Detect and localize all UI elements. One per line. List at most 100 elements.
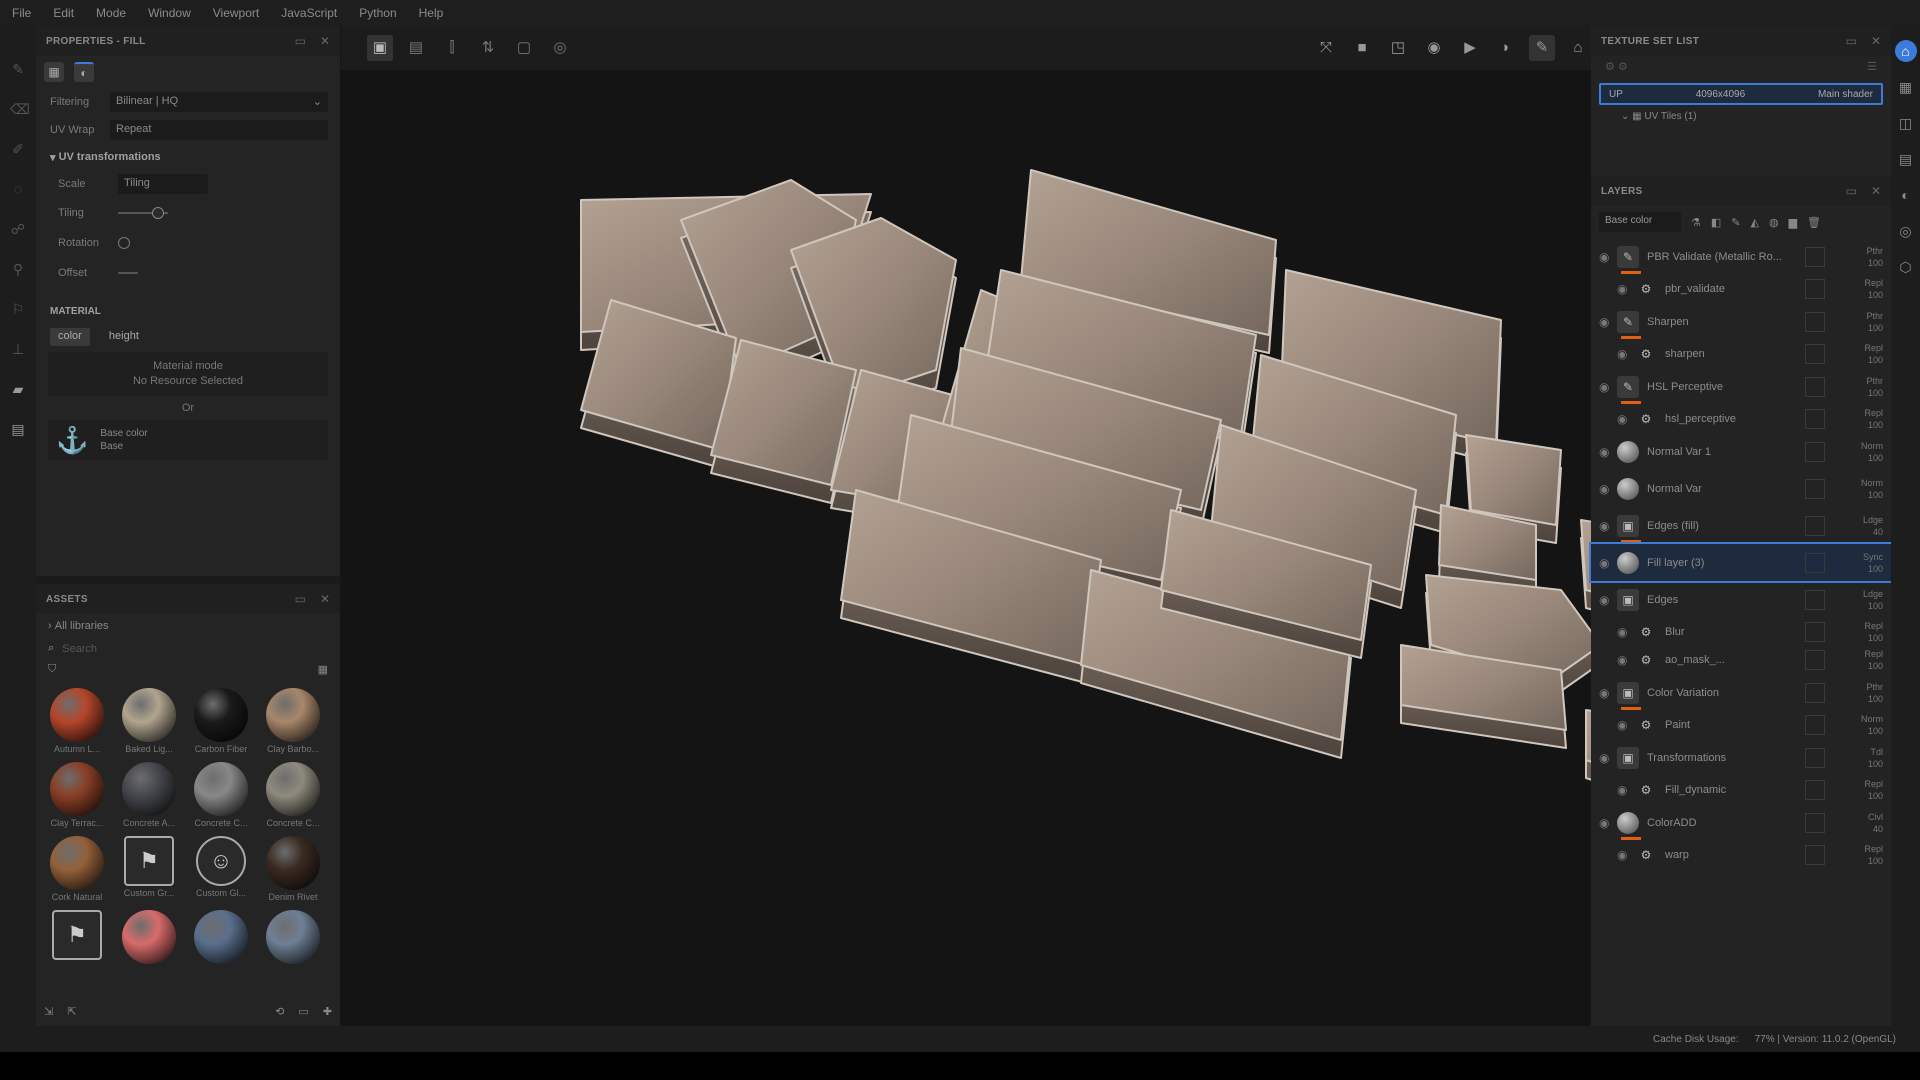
blend-mode[interactable]: Repl 100	[1835, 277, 1891, 301]
material-mode-box[interactable]: Material mode No Resource Selected	[48, 352, 328, 396]
mask-slot[interactable]	[1805, 376, 1825, 397]
mask-slot[interactable]	[1805, 515, 1825, 536]
layer-row[interactable]: ◉ ✎ PBR Validate (Metallic Ro... Pthr 100	[1591, 238, 1891, 275]
blend-mode[interactable]: Norm 100	[1835, 713, 1891, 737]
asset-item[interactable]	[116, 910, 182, 966]
texture-set-row[interactable]: UP 4096x4096 Main shader	[1599, 83, 1883, 105]
menu-javascript[interactable]: JavaScript	[281, 6, 337, 20]
plugin-icon[interactable]: ⬡	[1895, 256, 1917, 278]
camera-icon[interactable]: ◉	[1421, 35, 1447, 61]
library-selector[interactable]: › All libraries	[36, 614, 340, 638]
add-icon[interactable]: ⟲	[275, 1005, 284, 1018]
3d-viewport[interactable]	[341, 70, 1591, 1026]
asset-item[interactable]: Cork Natural	[44, 836, 110, 902]
visibility-eye-icon[interactable]: ◉	[1617, 347, 1635, 361]
asset-item[interactable]: Concrete C...	[188, 762, 254, 828]
slider-knob[interactable]	[152, 207, 164, 219]
asset-item[interactable]: Concrete A...	[116, 762, 182, 828]
mask-slot[interactable]	[1805, 344, 1825, 364]
blend-mode[interactable]: Repl 100	[1835, 778, 1891, 802]
layer-row[interactable]: ◉ ⚙ Paint Norm 100	[1591, 711, 1891, 739]
blend-mode[interactable]: Repl 100	[1835, 407, 1891, 431]
plus-icon[interactable]: ✚	[323, 1005, 332, 1018]
visibility-eye-icon[interactable]: ◉	[1599, 482, 1617, 496]
effects-icon[interactable]: ⚗	[1691, 216, 1701, 229]
menu-python[interactable]: Python	[359, 6, 396, 20]
base-color-slot[interactable]: ⚓ Base color Base	[48, 420, 328, 460]
blend-mode[interactable]: Tdl 100	[1835, 746, 1891, 770]
blend-mode[interactable]: Pthr 100	[1835, 245, 1891, 269]
measure-icon[interactable]: ⊥	[10, 342, 26, 356]
visibility-eye-icon[interactable]: ◉	[1599, 816, 1617, 830]
render-icon[interactable]: ◳	[1385, 35, 1411, 61]
layout-single-icon[interactable]: ▣	[367, 35, 393, 61]
layout-split-icon[interactable]: ▤	[403, 35, 429, 61]
mirror-icon[interactable]: ⇅	[475, 35, 501, 61]
asset-item[interactable]	[260, 910, 326, 966]
offset-slider[interactable]	[118, 272, 138, 274]
uv-tiles-row[interactable]: ⌄ ▦ UV Tiles (1)	[1621, 111, 1891, 122]
blend-mode[interactable]: Norm 100	[1835, 477, 1891, 501]
delete-icon[interactable]: 🗑	[1807, 216, 1821, 229]
mask-slot[interactable]	[1805, 478, 1825, 499]
folder-icon[interactable]: ▆	[1789, 216, 1797, 229]
blend-mode[interactable]: Repl 100	[1835, 648, 1891, 672]
menu-viewport[interactable]: Viewport	[213, 6, 259, 20]
mask-slot[interactable]	[1805, 246, 1825, 267]
mask-slot[interactable]	[1805, 780, 1825, 800]
mask-slot[interactable]	[1805, 715, 1825, 735]
asset-item[interactable]: Carbon Fiber	[188, 688, 254, 754]
fill-settings-tab[interactable]: ▦	[44, 62, 64, 82]
layer-row[interactable]: ◉ Normal Var Norm 100	[1591, 470, 1891, 507]
visibility-eye-icon[interactable]: ◉	[1599, 380, 1617, 394]
mask-slot[interactable]	[1805, 845, 1825, 865]
smart-material-icon[interactable]: ◍	[1769, 216, 1779, 229]
export-icon[interactable]: ⇱	[67, 1005, 76, 1018]
layer-row[interactable]: ◉ ColorADD Civl 40	[1591, 804, 1891, 841]
layer-row[interactable]: ◉ ✎ HSL Perceptive Pthr 100	[1591, 368, 1891, 405]
visibility-eye-icon[interactable]: ◉	[1617, 718, 1635, 732]
mask-slot[interactable]	[1805, 589, 1825, 610]
folder-icon[interactable]: ▭	[298, 1005, 308, 1018]
blend-mode[interactable]: Ldge 100	[1835, 588, 1891, 612]
visibility-eye-icon[interactable]: ◉	[1617, 848, 1635, 862]
menu-edit[interactable]: Edit	[53, 6, 74, 20]
asset-item[interactable]: Autumn L...	[44, 688, 110, 754]
visibility-eye-icon[interactable]: ◉	[1599, 519, 1617, 533]
channel-dropdown[interactable]: Base color	[1599, 212, 1681, 232]
blend-mode[interactable]: Pthr 100	[1835, 310, 1891, 334]
stop-icon[interactable]: ■	[1349, 35, 1375, 61]
mask-slot[interactable]	[1805, 311, 1825, 332]
layer-row[interactable]: ◉ ⚙ Fill_dynamic Repl 100	[1591, 776, 1891, 804]
video-icon[interactable]: ▶	[1457, 35, 1483, 61]
blend-mode[interactable]: Repl 100	[1835, 843, 1891, 867]
asset-item[interactable]: Baked Lig...	[116, 688, 182, 754]
blend-mode[interactable]: Pthr 100	[1835, 375, 1891, 399]
mask-slot[interactable]	[1805, 747, 1825, 768]
layer-row[interactable]: ◉ ⚙ ao_mask_... Repl 100	[1591, 646, 1891, 674]
polygon-fill-icon[interactable]: ▰	[10, 382, 26, 396]
layer-row[interactable]: ◉ Fill layer (3) Sync 100	[1589, 542, 1893, 583]
asset-item[interactable]: Clay Barbo...	[260, 688, 326, 754]
menu-mode[interactable]: Mode	[96, 6, 126, 20]
visibility-eye-icon[interactable]: ◉	[1599, 445, 1617, 459]
tiling-slider[interactable]	[118, 207, 168, 219]
material-tab[interactable]: ◐	[74, 62, 94, 82]
close-icon[interactable]: ✕	[320, 34, 330, 48]
light-icon[interactable]: ◗	[1493, 35, 1519, 61]
blend-mode[interactable]: Norm 100	[1835, 440, 1891, 464]
clone-icon[interactable]: ⚲	[10, 262, 26, 276]
mask-slot[interactable]	[1805, 650, 1825, 670]
shader-settings-icon[interactable]: ◫	[1895, 112, 1917, 134]
layer-row[interactable]: ◉ ▣ Edges (fill) Ldge 40	[1591, 507, 1891, 544]
asset-item[interactable]: Denim Rivet	[260, 836, 326, 902]
import-icon[interactable]: ⇲	[44, 1005, 53, 1018]
menu-file[interactable]: File	[12, 6, 31, 20]
close-icon[interactable]: ✕	[1871, 34, 1881, 48]
camera-settings-icon[interactable]: ◎	[1895, 220, 1917, 242]
height-chip[interactable]: height	[101, 328, 147, 346]
layer-row[interactable]: ◉ ⚙ Blur Repl 100	[1591, 618, 1891, 646]
blend-mode[interactable]: Ldge 40	[1835, 514, 1891, 538]
float-icon[interactable]: ▭	[295, 34, 306, 48]
filtering-dropdown[interactable]: Bilinear | HQ ⌄	[110, 92, 328, 112]
